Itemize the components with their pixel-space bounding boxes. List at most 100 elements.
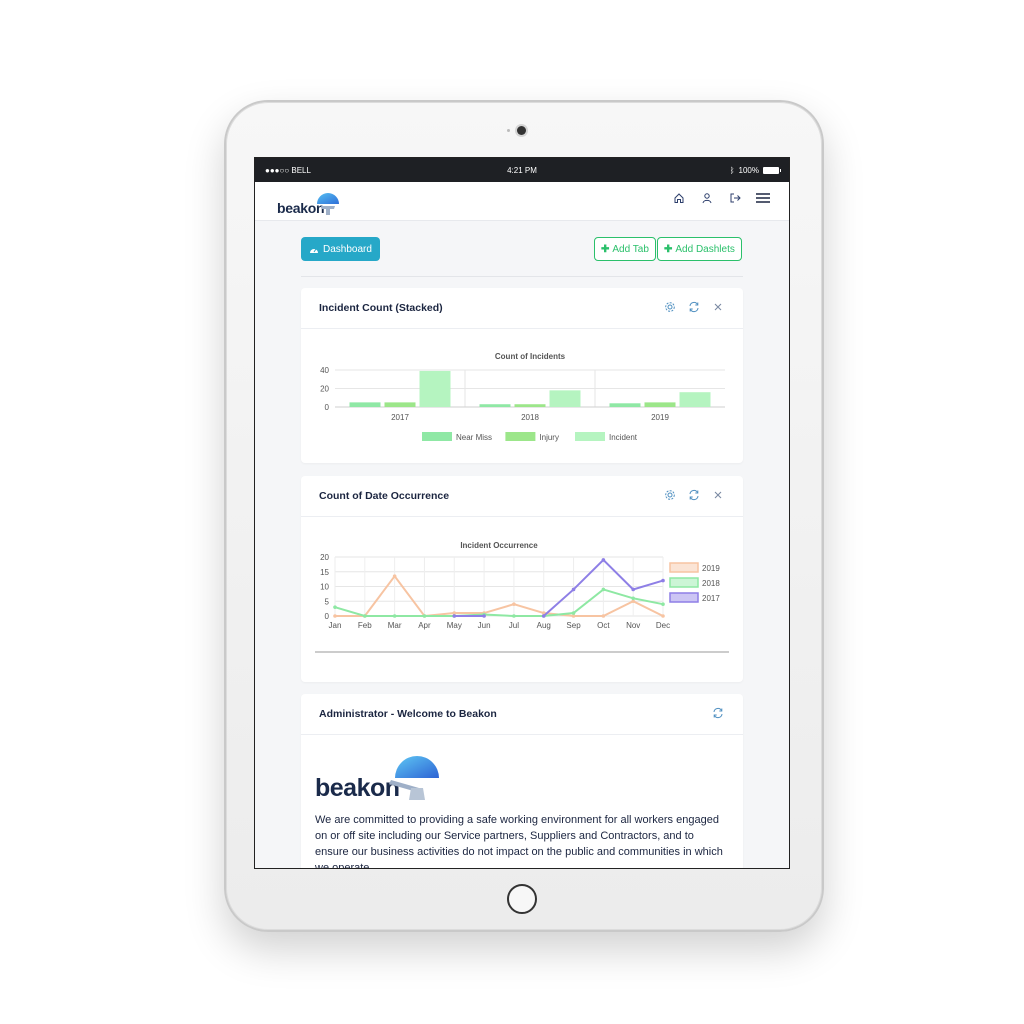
card-header: Incident Count (Stacked) [301,288,743,329]
bar [384,402,416,407]
y-tick-label: 0 [325,612,330,621]
card-header: Administrator - Welcome to Beakon [301,694,743,735]
close-icon[interactable] [711,300,725,314]
data-point [661,602,665,606]
y-tick-label: 0 [325,403,330,412]
legend-swatch [669,592,699,603]
x-tick-label: Sep [566,621,581,630]
data-point [601,614,606,618]
add-dashlets-button[interactable]: ✚ Add Dashlets [657,237,742,261]
data-point [452,614,457,618]
user-icon[interactable] [699,190,715,206]
tablet-sensor [507,129,510,132]
x-tick-label: Feb [358,621,372,630]
data-point [512,614,516,618]
beacon-logo-icon [389,756,439,800]
chart-title: Incident Occurrence [460,541,538,550]
legend-label: 2018 [702,579,720,588]
x-tick-label: Oct [597,621,610,630]
battery-icon [763,167,781,174]
legend-label: Injury [539,433,559,442]
welcome-logo: beakon [315,748,455,808]
x-tick-label: 2019 [651,413,669,422]
close-icon[interactable] [711,488,725,502]
plus-icon: ✚ [601,243,610,255]
welcome-message: We are committed to providing a safe wor… [315,814,723,869]
x-tick-label: Jun [478,621,491,630]
x-tick-label: Apr [418,621,431,630]
dashboard-button[interactable]: Dashboard [301,237,380,261]
data-point [422,614,427,618]
legend-swatch [669,577,699,588]
bar [349,402,381,407]
x-tick-label: Jul [509,621,519,630]
legend-label: 2019 [702,564,720,573]
add-tab-button[interactable]: ✚ Add Tab [594,237,656,261]
tablet-camera [517,126,526,135]
settings-gear-icon[interactable] [663,488,677,502]
legend-swatch [505,432,536,441]
dashboard-content: Dashboard ✚ Add Tab ✚ Add Dashlets Incid… [301,220,743,868]
legend-label: Near Miss [456,433,492,442]
data-point [571,611,576,615]
welcome-card: Administrator - Welcome to Beakon beakon… [301,694,743,869]
refresh-icon[interactable] [687,300,701,314]
card-header: Count of Date Occurrence [301,476,743,517]
data-point [541,614,546,618]
menu-icon[interactable] [755,190,771,206]
refresh-icon[interactable] [711,706,725,720]
chart-title: Count of Incidents [495,352,566,361]
logout-icon[interactable] [727,190,743,206]
dashboard-toolbar: Dashboard ✚ Add Tab ✚ Add Dashlets [301,220,743,277]
series-line [334,588,664,617]
settings-gear-icon[interactable] [663,300,677,314]
occurrence-line-chart: Incident Occurrence 0 5 10 15 20 Jan Feb Mar Apr M… [315,541,729,653]
data-point [601,558,606,562]
home-icon[interactable] [671,190,687,206]
bar [549,390,581,407]
incident-count-card: Incident Count (Stacked) Count of Incide… [301,288,743,463]
legend-swatch [669,562,699,573]
legend-swatch [575,432,605,441]
bluetooth-icon: ᛒ [729,166,735,175]
y-tick-label: 5 [325,597,330,606]
tablet-screen: ●●●○○ BELL 4:21 PM ᛒ 100% beakon Dashboa… [254,157,790,869]
y-tick-label: 15 [320,568,329,577]
data-point [601,587,606,592]
clock-label: 4:21 PM [507,166,537,175]
bar [419,370,451,407]
data-point [392,574,397,578]
bar [679,392,711,407]
add-dashlets-label: Add Dashlets [675,243,735,255]
x-tick-label: Dec [656,621,670,630]
card-tools [663,300,725,314]
bar [644,402,676,407]
x-tick-label: Mar [388,621,402,630]
data-point [661,578,665,583]
dashboard-button-label: Dashboard [323,243,372,255]
data-point [482,614,486,618]
app-header: beakon [255,182,789,221]
data-point [512,602,516,606]
bar [609,403,641,407]
card-title: Administrator - Welcome to Beakon [319,708,497,720]
card-title: Count of Date Occurrence [319,490,450,502]
battery-label: 100% [738,166,759,175]
battery-indicator: ᛒ 100% [729,166,781,175]
legend-label: Incident [609,433,638,442]
add-tab-label: Add Tab [612,243,649,255]
series-line [335,574,664,618]
series-line [454,558,664,617]
x-tick-label: Nov [626,621,640,630]
refresh-icon[interactable] [687,488,701,502]
y-tick-label: 10 [320,583,329,592]
x-tick-label: 2018 [521,413,539,422]
y-tick-label: 20 [320,385,329,394]
tablet-home-button[interactable] [507,884,537,914]
data-point [333,614,337,618]
data-point [571,587,576,592]
brand-logo[interactable]: beakon [277,190,347,216]
header-nav [671,190,771,206]
data-point [392,614,397,618]
x-tick-label: 2017 [391,413,409,422]
